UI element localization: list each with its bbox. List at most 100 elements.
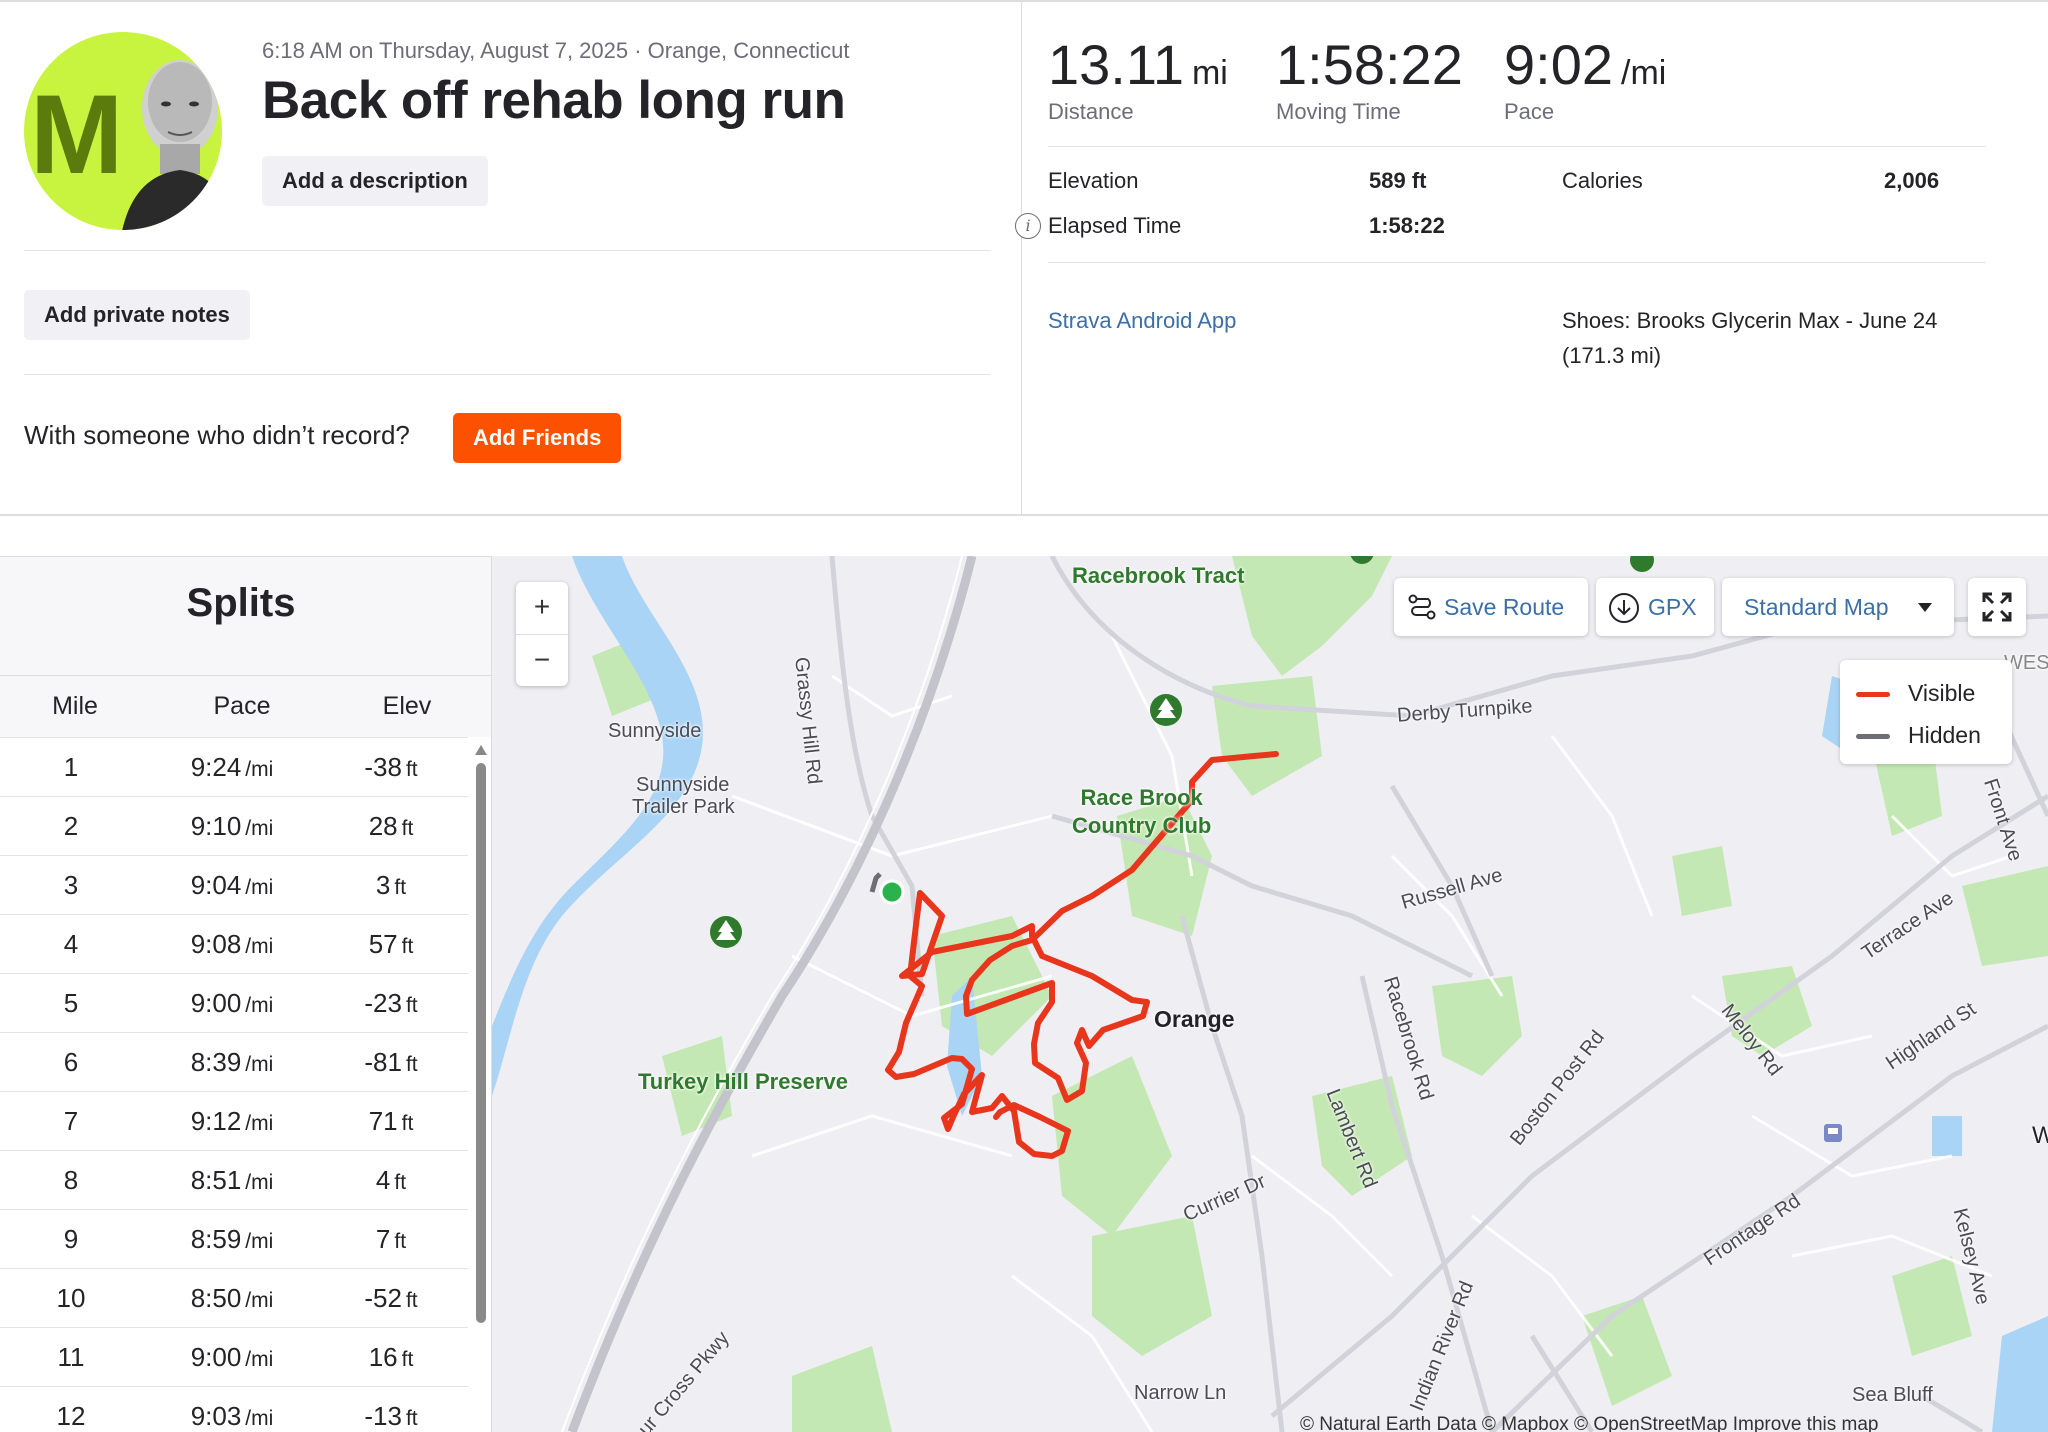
split-elev: 4 ft [320, 1165, 462, 1196]
split-pace-value: 8:50 [190, 1283, 242, 1313]
split-elev-value: 57 [368, 929, 398, 959]
split-elev-unit: ft [394, 876, 407, 899]
town-label: Orange [1154, 1006, 1235, 1032]
table-row: 6 8:39/mi -81 ft [0, 1032, 468, 1091]
split-pace-unit: /mi [245, 1053, 274, 1076]
info-icon[interactable]: i [1015, 213, 1041, 239]
zoom-in-button[interactable]: + [516, 582, 568, 634]
split-mile: 7 [63, 1106, 79, 1136]
park-label-line: Country Club [1072, 813, 1212, 838]
legend-hidden-label: Hidden [1908, 722, 1981, 748]
map-attribution[interactable]: © Natural Earth Data © Mapbox © OpenStre… [1300, 1414, 1878, 1432]
add-description-button[interactable]: Add a description [262, 156, 488, 206]
legend-visible: Visible [1856, 680, 1975, 707]
split-elev-unit: ft [405, 1407, 418, 1430]
split-elev-unit: ft [401, 1348, 414, 1371]
split-mile: 5 [63, 988, 79, 1018]
splits-title: Splits [186, 581, 296, 625]
split-elev: 28 ft [320, 811, 462, 842]
legend-swatch [1856, 692, 1890, 698]
with-someone-text: With someone who didn’t record? [24, 420, 410, 450]
split-mile: 2 [63, 811, 79, 841]
scroll-up-arrow[interactable] [475, 745, 487, 755]
elevation-label: Elevation [1048, 168, 1139, 193]
add-private-notes-button[interactable]: Add private notes [24, 290, 250, 340]
splits-header: Splits [0, 557, 491, 675]
split-elev: 3 ft [320, 870, 462, 901]
splits-table-header: Mile Pace Elev [0, 675, 491, 737]
split-pace: 9:00/mi [150, 988, 314, 1019]
activity-title[interactable]: Back off rehab long run [262, 70, 846, 131]
rail-icon [1824, 1124, 1842, 1142]
split-mile: 1 [63, 752, 79, 782]
split-pace: 9:00/mi [150, 1342, 314, 1373]
split-pace-unit: /mi [245, 1348, 274, 1371]
split-elev-unit: ft [401, 817, 414, 840]
split-elev-value: -81 [364, 1047, 402, 1077]
split-elev-unit: ft [394, 1171, 407, 1194]
legend-swatch [1856, 734, 1890, 740]
shoes-distance: (171.3 mi) [1562, 343, 1662, 368]
table-row: 4 9:08/mi 57 ft [0, 914, 468, 973]
split-elev-value: 3 [375, 870, 391, 900]
table-row: 12 9:03/mi -13 ft [0, 1386, 468, 1432]
map-label: Narrow Ln [1134, 1382, 1227, 1404]
gpx-download-button[interactable]: GPX [1596, 578, 1714, 636]
splits-scrollbar[interactable] [475, 745, 487, 1432]
map-style-select[interactable]: Standard Map [1722, 578, 1954, 636]
split-pace-value: 9:10 [190, 811, 242, 841]
table-row: 11 9:00/mi 16 ft [0, 1327, 468, 1386]
start-marker[interactable] [879, 879, 905, 905]
add-friends-button[interactable]: Add Friends [453, 413, 622, 463]
pace-unit: /mi [1621, 54, 1667, 92]
table-row: 7 9:12/mi 71 ft [0, 1091, 468, 1150]
tree-icon [1630, 556, 1654, 572]
mile-column-header: Mile [52, 692, 98, 720]
split-mile: 8 [63, 1165, 79, 1195]
park-label-line: Race Brook [1080, 785, 1203, 810]
split-elev: -81 ft [320, 1047, 462, 1078]
zoom-out-button[interactable]: − [516, 634, 568, 686]
table-row: 10 8:50/mi -52 ft [0, 1268, 468, 1327]
split-elev-unit: ft [405, 758, 418, 781]
split-mile: 10 [56, 1283, 86, 1313]
split-pace-unit: /mi [245, 1230, 274, 1253]
split-pace: 9:03/mi [150, 1401, 314, 1432]
map-canvas[interactable] [492, 556, 2048, 1432]
fullscreen-icon [1982, 592, 2012, 622]
split-mile: 4 [63, 929, 79, 959]
park-label-race-brook: Race Brook Country Club [1072, 784, 1211, 840]
device-link[interactable]: Strava Android App [1048, 308, 1236, 334]
split-mile: 12 [56, 1401, 86, 1431]
split-pace-unit: /mi [245, 1171, 274, 1194]
table-row: 3 9:04/mi 3 ft [0, 855, 468, 914]
distance-label: Distance [1048, 99, 1134, 124]
save-route-button[interactable]: Save Route [1394, 578, 1588, 636]
calories-value: 2,006 [1884, 168, 1940, 193]
splits-table-body: 1 9:24/mi -38 ft 2 9:10/mi 28 ft 3 9:04/mi 3 ft 4 9:0… [0, 737, 468, 1432]
split-pace-value: 9:24 [190, 752, 242, 782]
pace-value: 9:02 [1504, 33, 1613, 96]
activity-summary: M 6:18 AM on Thursday, August 7, 2025 · … [0, 0, 2048, 516]
shoes-text: Shoes: Brooks Glycerin Max - June 24 [1562, 308, 1938, 333]
fullscreen-button[interactable] [1968, 578, 2026, 636]
divider [1048, 146, 1986, 147]
route-map[interactable]: Sunnyside Sunnyside Trailer Park Grassy … [492, 556, 2048, 1432]
split-pace: 9:24/mi [150, 752, 314, 783]
split-elev-unit: ft [405, 1289, 418, 1312]
split-pace-value: 8:51 [190, 1165, 242, 1195]
split-mile: 11 [57, 1342, 85, 1372]
split-elev-unit: ft [401, 935, 414, 958]
calories-label: Calories [1562, 168, 1643, 193]
save-route-label: Save Route [1444, 594, 1565, 620]
split-elev: -23 ft [320, 988, 462, 1019]
elapsed-time-label: Elapsed Time [1048, 213, 1182, 238]
avatar[interactable]: M [24, 32, 222, 230]
split-pace-unit: /mi [245, 758, 274, 781]
map-label: Racebrook Tract [1072, 563, 1245, 588]
split-mile: 9 [63, 1224, 79, 1254]
elapsed-time-value: 1:58:22 [1369, 213, 1445, 238]
legend-hidden: Hidden [1856, 722, 1981, 749]
scrollbar-thumb[interactable] [476, 763, 486, 1323]
split-pace-value: 9:03 [190, 1401, 242, 1431]
